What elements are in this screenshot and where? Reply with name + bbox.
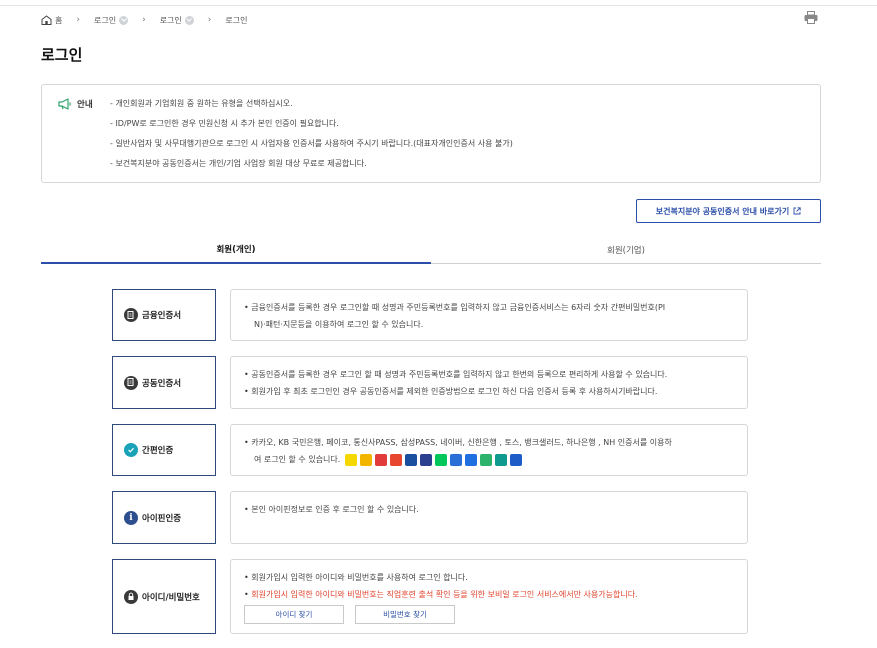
financial-certificate-description: 금융인증서를 등록한 경우 로그인할 때 성명과 주민등록번호를 입력하지 않고… [230, 289, 748, 341]
description-line: 금융인증서를 등록한 경우 로그인할 때 성명과 주민등록번호를 입력하지 않고… [244, 299, 735, 316]
provider-logos [344, 453, 525, 466]
notice-item: 일반사업자 및 사무대행기관으로 로그인 시 사업자용 인증서를 사용하여 주시… [110, 138, 512, 158]
samsung-pass-logo-icon [404, 453, 417, 466]
kb-logo-icon [359, 453, 372, 466]
breadcrumb-item[interactable]: 로그인 [93, 15, 129, 26]
breadcrumb-home[interactable]: 홈 [41, 15, 62, 26]
certificate-guide-link-button[interactable]: 보건복지분야 공동인증서 안내 바로가기 [636, 199, 821, 223]
certificate-guide-link-label: 보건복지분야 공동인증서 안내 바로가기 [655, 206, 790, 216]
breadcrumb: 홈 › 로그인 › 로그인 › 로그인 [41, 13, 247, 27]
ipin-auth-button[interactable]: i 아이핀인증 [112, 491, 216, 544]
shield-check-icon [124, 443, 138, 457]
description-line: 카카오, KB 국민은행, 페이코, 통신사PASS, 삼성PASS, 네이버,… [244, 434, 735, 451]
tab-individual[interactable]: 회원(개인) [41, 236, 431, 264]
find-buttons: 아이디 찾기 비밀번호 찾기 [244, 605, 735, 624]
megaphone-icon [58, 98, 71, 110]
kakao-logo-icon [344, 453, 357, 466]
description-line: 여 로그인 할 수 있습니다. [244, 451, 735, 468]
description-line: 회원가입시 입력한 아이디와 비밀번호를 사용하여 로그인 합니다. [244, 569, 735, 586]
joint-certificate-description: 공동인증서를 등록한 경우 로그인 할 때 성명과 주민등록번호를 입력하지 않… [230, 356, 748, 409]
payco-logo-icon [374, 453, 387, 466]
breadcrumb-item-label: 로그인 [225, 15, 248, 25]
find-password-button[interactable]: 비밀번호 찾기 [355, 605, 455, 624]
toss-logo-icon [464, 453, 477, 466]
chevron-right-icon: › [142, 15, 146, 25]
certificate-icon [124, 375, 138, 390]
chevron-down-icon[interactable] [184, 15, 194, 25]
home-icon [41, 15, 52, 25]
ipin-auth-description: 본인 아이핀정보로 인증 후 로그인 할 수 있습니다. [230, 491, 748, 544]
nh-logo-icon [509, 453, 522, 466]
find-id-button[interactable]: 아이디 찾기 [244, 605, 344, 624]
breadcrumb-current: 로그인 [225, 15, 247, 26]
description-line: 본인 아이핀정보로 인증 후 로그인 할 수 있습니다. [244, 501, 735, 518]
external-link-icon [793, 207, 801, 215]
banksalad-logo-icon [479, 453, 492, 466]
simple-auth-label: 간편인증 [142, 446, 174, 456]
tab-corporate[interactable]: 회원(기업) [431, 236, 821, 263]
chevron-right-icon: › [207, 15, 212, 25]
description-warning-line: 회원가입시 입력한 아이디와 비밀번호는 직업훈련 출석 확인 등을 위한 보비… [244, 586, 735, 603]
ipin-auth-label: 아이핀인증 [142, 513, 182, 524]
info-icon: i [124, 510, 138, 525]
notice-item: 개인회원과 기업회원 중 원하는 유형을 선택하십시오. [110, 98, 513, 118]
notice-box: 안내 개인회원과 기업회원 중 원하는 유형을 선택하십시오. ID/PW로 로… [41, 84, 821, 183]
joint-certificate-button[interactable]: 공동인증서 [112, 356, 216, 409]
hana-logo-icon [494, 453, 507, 466]
notice-item: ID/PW로 로그인한 경우 민원신청 시 추가 본인 인증이 필요합니다. [110, 118, 513, 138]
simple-auth-description: 카카오, KB 국민은행, 페이코, 통신사PASS, 삼성PASS, 네이버,… [230, 424, 748, 476]
description-line: 공동인증서를 등록한 경우 로그인 할 때 성명과 주민등록번호를 입력하지 않… [244, 366, 735, 383]
breadcrumb-home-label: 홈 [55, 15, 63, 25]
chevron-right-icon: › [76, 15, 80, 25]
breadcrumb-item[interactable]: 로그인 [160, 15, 194, 26]
description-text: 여 로그인 할 수 있습니다. [254, 455, 341, 464]
description-line: N)·패턴·지문등을 이용하여 로그인 할 수 있습니다. [254, 320, 424, 329]
lock-icon [124, 589, 138, 604]
financial-certificate-button[interactable]: 금융인증서 [112, 289, 216, 341]
certificate-icon [124, 308, 138, 322]
pass-logo-icon [389, 453, 402, 466]
notice-item: 보건복지분야 공동인증서는 개인/기업 사업장 회원 대상 무료로 제공합니다. [110, 158, 513, 178]
simple-auth-button[interactable]: 간편인증 [112, 424, 216, 476]
member-type-tabs: 회원(개인) 회원(기업) [41, 236, 821, 264]
id-password-button[interactable]: 아이디/비밀번호 [112, 559, 216, 634]
breadcrumb-item-label: 로그인 [93, 15, 117, 25]
description-line: 회원가입 후 최초 로그인인 경우 공동인증서를 제외한 인증방법으로 로그인 … [244, 383, 735, 400]
chevron-down-icon[interactable] [119, 15, 129, 25]
id-password-label: 아이디/비밀번호 [142, 592, 200, 603]
shinhan-logo-icon [449, 453, 462, 466]
notice-label: 안내 [77, 100, 93, 110]
page-title: 로그인 [41, 46, 83, 64]
joint-certificate-label: 공동인증서 [142, 378, 182, 389]
notice-list: 개인회원과 기업회원 중 원하는 유형을 선택하십시오. ID/PW로 로그인한… [110, 98, 513, 178]
samsung-logo-icon [419, 453, 432, 466]
id-password-description: 회원가입시 입력한 아이디와 비밀번호를 사용하여 로그인 합니다. 회원가입시… [230, 559, 748, 634]
top-divider [0, 5, 877, 6]
print-icon[interactable] [804, 11, 818, 24]
financial-certificate-label: 금융인증서 [142, 311, 182, 321]
naver-logo-icon [434, 453, 447, 466]
breadcrumb-item-label: 로그인 [159, 15, 182, 25]
